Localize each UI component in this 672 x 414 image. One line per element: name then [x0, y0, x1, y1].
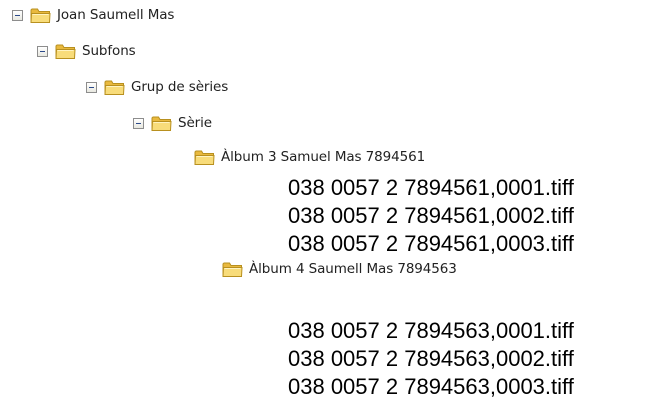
- folder-icon: [104, 79, 125, 96]
- tree-node-serie[interactable]: Sèrie: [133, 111, 212, 135]
- collapse-toggle-icon[interactable]: [12, 9, 23, 21]
- tree-node-album-4[interactable]: Àlbum 4 Saumell Mas 7894563: [222, 257, 457, 281]
- tree-node-label: Joan Saumell Mas: [57, 7, 175, 23]
- tree-node-label: Subfons: [82, 43, 136, 59]
- folder-tree: Joan Saumell Mas Subfons Grup de sèries …: [0, 0, 672, 414]
- file-item[interactable]: 038 0057 2 7894563,0002.tiff: [288, 346, 574, 372]
- file-item[interactable]: 038 0057 2 7894561,0001.tiff: [288, 175, 574, 201]
- tree-node-subfons[interactable]: Subfons: [37, 39, 136, 63]
- file-item[interactable]: 038 0057 2 7894561,0002.tiff: [288, 203, 574, 229]
- folder-icon: [151, 115, 172, 132]
- tree-node-label: Àlbum 4 Saumell Mas 7894563: [249, 261, 457, 277]
- collapse-toggle-icon[interactable]: [86, 81, 97, 93]
- folder-icon: [222, 261, 243, 278]
- tree-node-label: Grup de sèries: [131, 79, 229, 95]
- file-item[interactable]: 038 0057 2 7894561,0003.tiff: [288, 231, 574, 257]
- file-item[interactable]: 038 0057 2 7894563,0001.tiff: [288, 318, 574, 344]
- tree-node-grup[interactable]: Grup de sèries: [86, 75, 228, 99]
- folder-icon: [194, 149, 215, 166]
- tree-node-root[interactable]: Joan Saumell Mas: [12, 3, 174, 27]
- tree-node-label: Àlbum 3 Samuel Mas 7894561: [221, 149, 426, 165]
- collapse-toggle-icon[interactable]: [37, 45, 48, 57]
- folder-icon: [30, 7, 51, 24]
- tree-node-label: Sèrie: [178, 115, 212, 131]
- tree-node-album-3[interactable]: Àlbum 3 Samuel Mas 7894561: [194, 145, 425, 169]
- collapse-toggle-icon[interactable]: [133, 117, 144, 129]
- folder-icon: [55, 43, 76, 60]
- file-item[interactable]: 038 0057 2 7894563,0003.tiff: [288, 374, 574, 400]
